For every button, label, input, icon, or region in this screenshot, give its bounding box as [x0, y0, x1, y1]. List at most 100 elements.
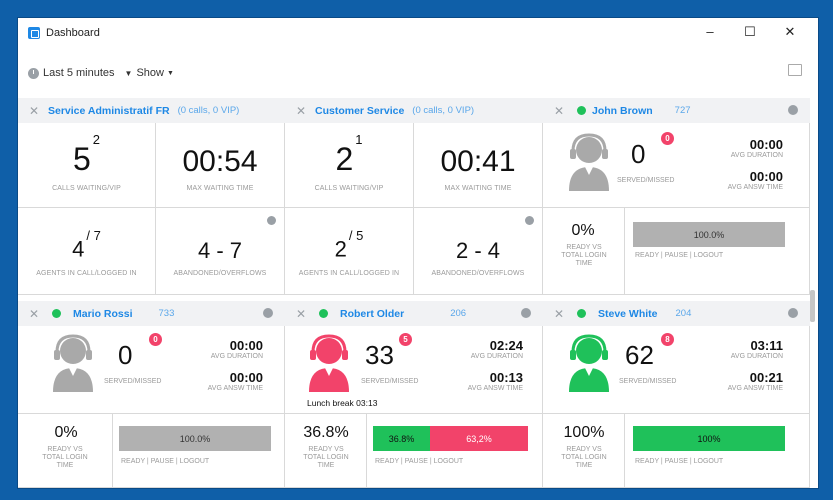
close-icon[interactable]: ✕: [285, 307, 309, 321]
served-count: 33: [365, 340, 394, 370]
max-waiting-value: 00:54: [182, 145, 258, 178]
agent-extension: 733: [158, 308, 175, 319]
agents-in-call-value: 2: [334, 236, 347, 262]
ready-pct: 0%: [571, 222, 595, 239]
ready-cell: 100% READY VS TOTAL LOGIN TIME: [543, 414, 625, 488]
ready-pct: 36.8%: [303, 424, 349, 441]
ready-bar: 36.8% 63,2%: [373, 426, 528, 451]
avg-duration-value: 03:11: [750, 338, 783, 353]
ready-cell: 36.8% READY VS TOTAL LOGIN TIME: [285, 414, 367, 488]
max-waiting-label: MAX WAITING TIME: [444, 185, 512, 192]
agents-logged-value: / 5: [348, 228, 364, 243]
served-count: 0: [631, 139, 646, 169]
queue-name[interactable]: Customer Service: [315, 105, 404, 117]
clock-icon: [521, 308, 531, 318]
agent-name[interactable]: Robert Older: [340, 308, 404, 320]
status-text: Lunch break 03:13: [307, 398, 378, 408]
window-title: Dashboard: [46, 27, 100, 39]
agent-name[interactable]: Mario Rossi: [73, 308, 133, 320]
ready-bar-cell: 36.8% 63,2% READY | PAUSE | LOGOUT: [367, 414, 543, 488]
bar-label: READY | PAUSE | LOGOUT: [635, 458, 724, 465]
time-range-select[interactable]: Last 5 minutes: [43, 67, 115, 79]
served-label: SERVED/MISSED: [104, 378, 162, 385]
agents-cell: 4/ 7 AGENTS IN CALL/LOGGED IN: [18, 208, 156, 295]
abandoned-cell: 4 - 7 ABANDONED/OVERFLOWS: [156, 208, 285, 295]
avg-duration-label: AVG DURATION: [730, 152, 783, 159]
ready-bar: 100.0%: [633, 222, 785, 247]
avg-answer-label: AVG ANSW TIME: [727, 385, 783, 392]
agent-stats-cell: 33 5 SERVED/MISSED 02:24 AVG DURATION 00…: [285, 326, 543, 414]
queue-header: ✕ Service Administratif FR (0 calls, 0 V…: [18, 98, 285, 123]
ready-label: READY VS TOTAL LOGIN TIME: [303, 446, 349, 469]
clock-icon: [28, 67, 39, 79]
calls-waiting-label: CALLS WAITING/VIP: [314, 185, 384, 192]
clock-icon: [263, 308, 273, 318]
avg-answer-value: 00:13: [489, 370, 523, 385]
calls-waiting-label: CALLS WAITING/VIP: [52, 185, 121, 192]
max-waiting-value: 00:41: [440, 145, 516, 178]
scrollbar-thumb[interactable]: [810, 290, 815, 322]
served-label: SERVED/MISSED: [619, 378, 677, 385]
queue-meta: (0 calls, 0 VIP): [412, 105, 475, 116]
ready-label: READY VS TOTAL LOGIN TIME: [561, 446, 607, 469]
layout-icon[interactable]: [788, 64, 802, 76]
close-icon[interactable]: ✕: [543, 307, 567, 321]
status-dot: [577, 106, 586, 115]
clock-icon: [525, 216, 534, 225]
avg-answer-value: 00:21: [749, 370, 783, 385]
agent-header: ✕ John Brown 727: [543, 98, 810, 123]
close-icon[interactable]: ✕: [18, 104, 42, 118]
abandoned-cell: 2 - 4 ABANDONED/OVERFLOWS: [414, 208, 543, 295]
ready-bar-cell: 100% READY | PAUSE | LOGOUT: [625, 414, 810, 488]
caret-down-icon: ▼: [124, 68, 133, 78]
close-icon[interactable]: ✕: [543, 104, 567, 118]
agent-extension: 204: [675, 308, 692, 319]
agent-stats-cell: 0 0 SERVED/MISSED 00:00 AVG DURATION 00:…: [18, 326, 285, 414]
ready-bar-text: 100%: [697, 433, 721, 444]
calls-waiting-cell: 21 CALLS WAITING/VIP: [285, 123, 414, 208]
agents-label: AGENTS IN CALL/LOGGED IN: [298, 270, 400, 277]
close-icon[interactable]: ✕: [285, 104, 309, 118]
maximize-button[interactable]: ☐: [730, 23, 770, 41]
avg-answer-label: AVG ANSW TIME: [207, 385, 263, 392]
agent-name[interactable]: Steve White: [598, 308, 658, 320]
avg-duration-value: 00:00: [229, 338, 263, 353]
agents-logged-value: / 7: [86, 228, 101, 243]
missed-badge: 8: [661, 333, 674, 346]
calls-waiting-value: 2: [335, 141, 354, 177]
served-count: 62: [625, 340, 654, 370]
close-button[interactable]: ✕: [770, 23, 810, 41]
clock-icon: [267, 216, 276, 225]
calls-waiting-cell: 52 CALLS WAITING/VIP: [18, 123, 156, 208]
agents-cell: 2/ 5 AGENTS IN CALL/LOGGED IN: [285, 208, 414, 295]
ready-label: READY VS TOTAL LOGIN TIME: [42, 446, 88, 469]
agent-header: ✕ Robert Older 206: [285, 301, 543, 326]
agent-name[interactable]: John Brown: [592, 105, 653, 117]
agent-avatar-icon: [567, 133, 611, 191]
abandoned-label: ABANDONED/OVERFLOWS: [173, 270, 267, 277]
show-menu[interactable]: Show: [136, 67, 164, 79]
agent-avatar-icon: [51, 334, 95, 392]
max-waiting-cell: 00:54 MAX WAITING TIME: [156, 123, 285, 208]
ready-bar: 100%: [633, 426, 785, 451]
agents-in-call-value: 4: [72, 236, 85, 262]
calls-waiting-value: 5: [72, 141, 91, 177]
served-label: SERVED/MISSED: [361, 378, 419, 385]
missed-badge: 5: [399, 333, 412, 346]
avg-duration-label: AVG DURATION: [210, 353, 263, 360]
avg-duration-value: 02:24: [489, 338, 523, 353]
avg-answer-value: 00:00: [229, 370, 263, 385]
minimize-button[interactable]: –: [690, 23, 730, 41]
close-icon[interactable]: ✕: [18, 307, 42, 321]
agent-stats-cell: 62 8 SERVED/MISSED 03:11 AVG DURATION 00…: [543, 326, 810, 414]
dashboard-window: Dashboard – ☐ ✕ Last 5 minutes ▼ Show ▼ …: [18, 18, 818, 488]
title-bar: Dashboard – ☐ ✕: [18, 18, 818, 48]
missed-badge: 0: [661, 132, 674, 145]
queue-header: ✕ Customer Service (0 calls, 0 VIP): [285, 98, 543, 123]
max-waiting-label: MAX WAITING TIME: [186, 185, 254, 192]
toolbar: Last 5 minutes ▼ Show ▼: [18, 48, 818, 98]
avg-answer-label: AVG ANSW TIME: [467, 385, 523, 392]
queue-name[interactable]: Service Administratif FR: [48, 105, 170, 117]
agent-stats-cell: 0 0 SERVED/MISSED 00:00 AVG DURATION 00:…: [543, 123, 810, 208]
agent-header: ✕ Steve White 204: [543, 301, 810, 326]
